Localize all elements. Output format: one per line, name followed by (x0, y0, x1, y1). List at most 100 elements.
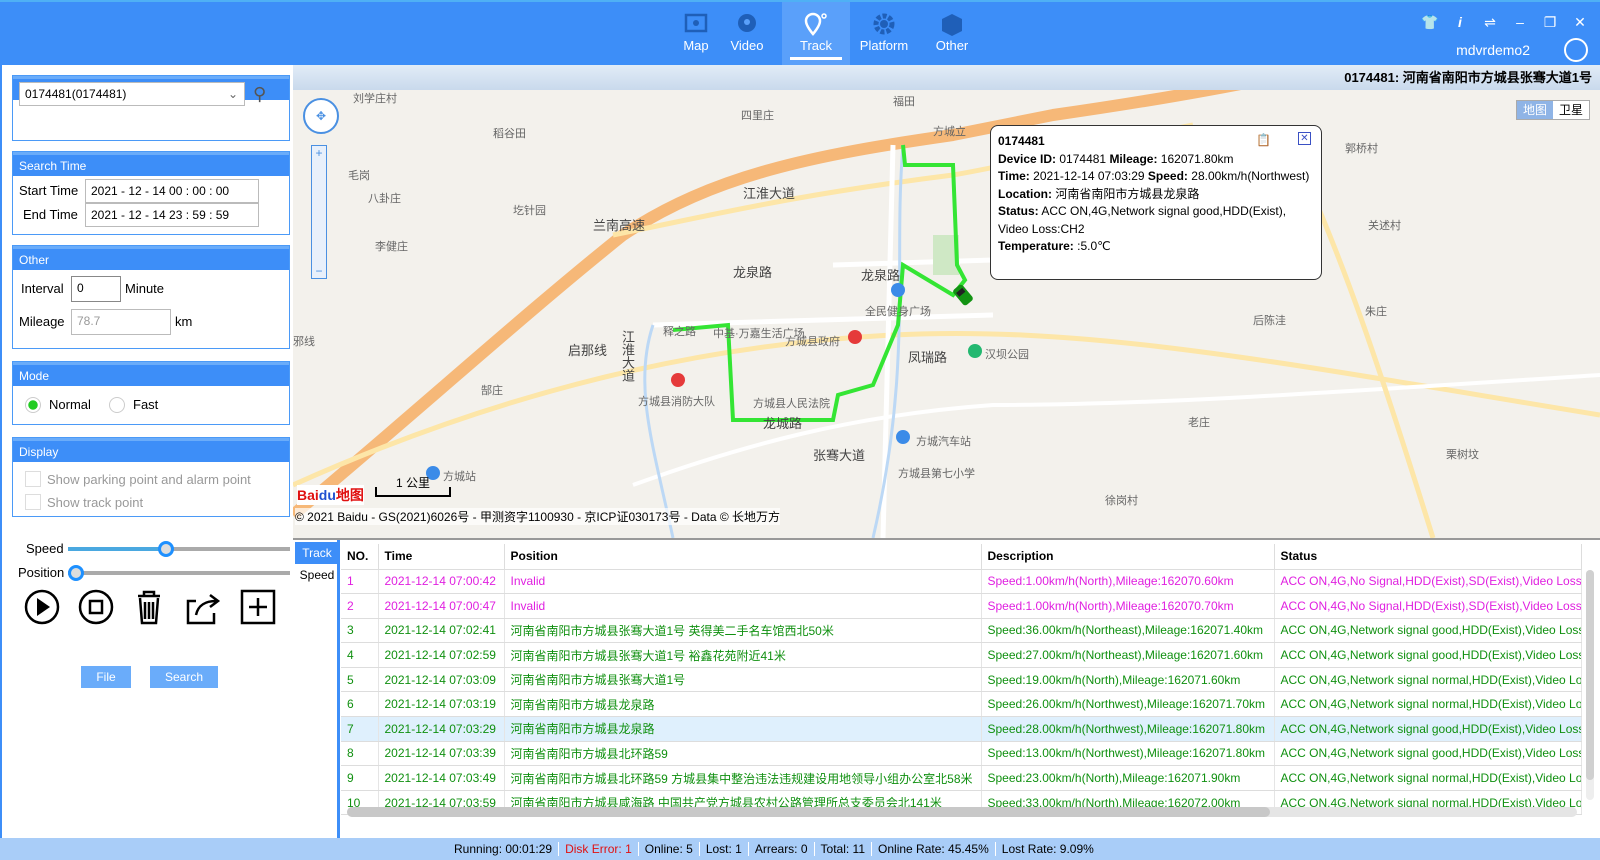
restore-icon[interactable]: ❐ (1540, 14, 1560, 31)
horizontal-scrollbar[interactable] (347, 807, 1577, 817)
tab-platform[interactable]: Platform (850, 2, 918, 65)
time: 2021-12-14 07:03:29 (1033, 169, 1145, 183)
section-title: Other (13, 246, 289, 270)
tab-other[interactable]: Other (918, 2, 986, 65)
map-label: 汉坝公园 (985, 349, 1029, 361)
map-label: 方城站 (443, 471, 476, 483)
tab-speed[interactable]: Speed (295, 564, 339, 586)
shirt-icon[interactable]: 👕 (1420, 14, 1440, 31)
play-icon[interactable] (24, 589, 60, 625)
position-slider-handle[interactable] (68, 565, 84, 581)
zoom-slider[interactable]: + − (311, 145, 327, 279)
column-header[interactable]: Time (378, 544, 505, 570)
map-type-satellite[interactable]: 卫星 (1553, 101, 1589, 119)
pan-control-icon[interactable]: ✥ (303, 98, 339, 134)
table-cell: 1 (341, 569, 379, 595)
file-button[interactable]: File (81, 666, 131, 688)
tab-track[interactable]: Track (295, 542, 339, 564)
tab-track[interactable]: Track (782, 2, 850, 65)
info-icon[interactable]: i (1450, 14, 1470, 30)
export-icon[interactable] (186, 594, 221, 625)
map-label: 江淮大道 (743, 186, 796, 201)
map-label: 朱庄 (1365, 306, 1387, 318)
table-row[interactable]: 2 2021-12-14 07:00:47 Invalid Speed:1.00km/… (341, 593, 1582, 619)
baidu-logo: Baidu地图 (297, 485, 364, 505)
vertical-scrollbar[interactable] (1586, 570, 1594, 800)
search-icon[interactable]: ⚲ (253, 84, 266, 105)
mileage-input[interactable]: 78.7 (71, 309, 171, 335)
map-label: 方城县人民法院 (753, 398, 830, 410)
trash-icon[interactable] (138, 590, 160, 625)
table-cell: ACC ON,4G,Network signal normal,HDD(Exis… (1274, 765, 1582, 791)
zoom-out-icon[interactable]: − (312, 264, 326, 278)
section-title: Search Time (13, 152, 289, 176)
status-running: Running: 00:01:29 (448, 842, 560, 856)
status-disk-error: Disk Error: 1 (559, 842, 639, 856)
map-label: 刘学庄村 (353, 93, 397, 105)
left-panel: Search Vehicles 0174481(0174481)⌄ ⚲ Sear… (0, 65, 293, 838)
user-avatar-icon[interactable] (1564, 38, 1588, 62)
start-time-input[interactable]: 2021 - 12 - 14 00 : 00 : 00 (85, 179, 259, 203)
mileage-value: 78.7 (77, 314, 101, 328)
map-label: 凤瑞路 (908, 350, 948, 365)
column-header[interactable]: Description (981, 544, 1275, 570)
radio-normal[interactable] (25, 397, 41, 413)
table-row[interactable]: 7 2021-12-14 07:03:29 河南省南阳市方城县龙泉路 Speed:28… (341, 716, 1582, 742)
table-row[interactable]: 6 2021-12-14 07:03:19 河南省南阳市方城县龙泉路 Speed:26… (341, 691, 1582, 718)
map-label: 栗树坟 (1446, 449, 1479, 461)
table-row[interactable]: 4 2021-12-14 07:02:59 河南省南阳市方城县张骞大道1号 裕鑫花苑… (341, 642, 1582, 668)
stop-icon[interactable] (78, 589, 114, 625)
nav-label: Track (799, 38, 833, 53)
table-cell: ACC ON,4G,Network signal good,HDD(Exist)… (1274, 618, 1582, 644)
table-cell: 2021-12-14 07:03:19 (378, 691, 505, 718)
search-button[interactable]: Search (150, 666, 218, 688)
table-cell: ACC ON,4G,No Signal,HDD(Exist),SD(Exist)… (1274, 593, 1582, 619)
copy-icon[interactable]: 📋 (1256, 132, 1271, 150)
poi-government-icon (848, 330, 862, 344)
table-row[interactable]: 1 2021-12-14 07:00:42 Invalid Speed:1.00km/… (341, 569, 1582, 595)
box-icon (942, 14, 962, 36)
map-label: 江淮大道 (620, 330, 635, 382)
map-label: 启那线 (568, 343, 608, 358)
add-icon[interactable] (240, 589, 276, 625)
zoom-in-icon[interactable]: + (312, 146, 326, 160)
radio-fast[interactable] (109, 397, 125, 413)
vehicle-select[interactable]: 0174481(0174481) ⌄ (19, 82, 245, 106)
position-slider[interactable] (68, 565, 290, 581)
switch-icon[interactable]: ⇌ (1480, 14, 1500, 31)
scale-bar: 1 公里 (375, 477, 451, 497)
table-row[interactable]: 8 2021-12-14 07:03:39 河南省南阳市方城县北环路59 Speed:… (341, 741, 1582, 767)
minimize-icon[interactable]: – (1510, 14, 1530, 30)
other-box: Other Interval 0 Minute Mileage 78.7 km (12, 245, 290, 349)
end-time-input[interactable]: 2021 - 12 - 14 23 : 59 : 59 (85, 203, 259, 227)
column-header[interactable]: Status (1274, 544, 1582, 570)
map-label: 龙泉路 (861, 268, 901, 283)
speed-slider[interactable] (68, 541, 290, 557)
poi-fire-icon (671, 373, 685, 387)
interval-input[interactable]: 0 (71, 276, 121, 302)
map-label: 八卦庄 (368, 193, 401, 205)
table-row[interactable]: 5 2021-12-14 07:03:09 河南省南阳市方城县张骞大道1号 Speed… (341, 667, 1582, 693)
tab-video[interactable]: Video (713, 2, 781, 65)
camera-icon (738, 14, 756, 32)
parking-checkbox[interactable] (25, 471, 41, 487)
temperature: :5.0℃ (1077, 239, 1111, 253)
column-header[interactable]: NO. (341, 544, 379, 570)
speed-slider-handle[interactable] (158, 541, 174, 557)
table-cell: 3 (341, 618, 379, 644)
popup-close-icon[interactable]: ✕ (1298, 132, 1311, 145)
poi-park-icon (968, 344, 982, 358)
vehicle-marker-icon[interactable] (952, 283, 974, 306)
map-view[interactable]: 刘学庄村 稻谷田 四里庄 福田 方城立 毛岗 八卦庄 圪针园 李健庄 兰南高速 江淮大道 龙泉路 龙泉路… (293, 65, 1600, 538)
table-cell: ACC ON,4G,No Signal,HDD(Exist),SD(Exist)… (1274, 569, 1582, 595)
table-row[interactable]: 9 2021-12-14 07:03:49 河南省南阳市方城县北环路59 方城县集中… (341, 765, 1582, 791)
label: Temperature: (998, 239, 1074, 253)
column-header[interactable]: Position (504, 544, 982, 570)
map-type-normal[interactable]: 地图 (1516, 101, 1553, 119)
table-row[interactable]: 3 2021-12-14 07:02:41 河南省南阳市方城县张骞大道1号 英得美二… (341, 618, 1582, 644)
close-icon[interactable]: ✕ (1570, 14, 1590, 31)
map-label: 毛岗 (348, 170, 370, 182)
status-lost: Lost: 1 (699, 842, 749, 856)
track-point-checkbox[interactable] (25, 494, 41, 510)
table-cell: 2021-12-14 07:00:42 (378, 569, 505, 595)
